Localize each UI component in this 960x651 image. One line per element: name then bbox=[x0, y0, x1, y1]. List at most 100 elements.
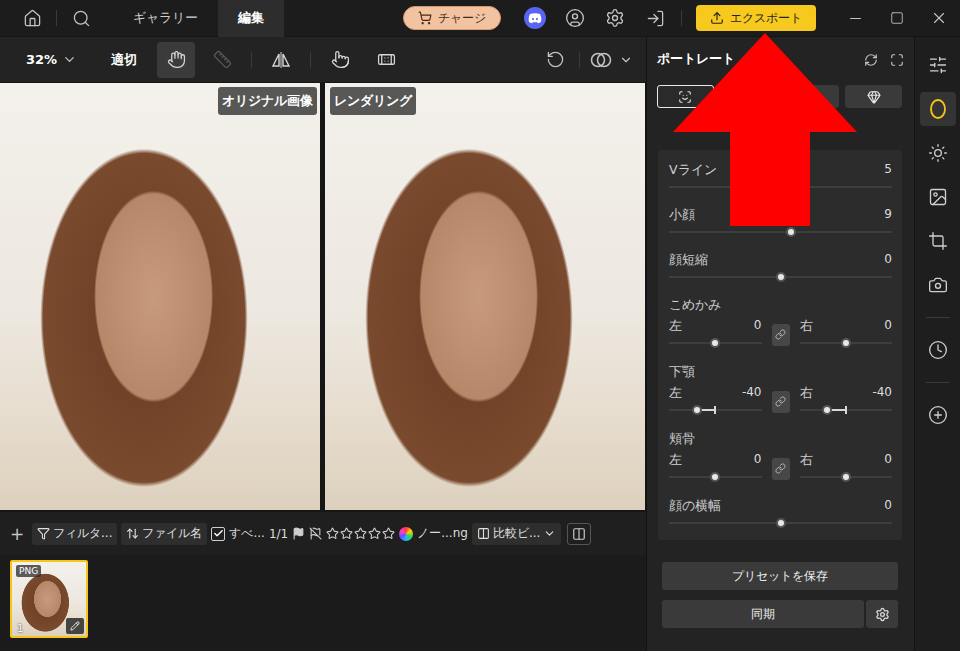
slider-knob[interactable] bbox=[710, 338, 720, 348]
minimize-button[interactable] bbox=[834, 3, 876, 33]
panel-reset-button[interactable] bbox=[858, 45, 884, 75]
star-icon[interactable] bbox=[340, 527, 353, 540]
zoom-dropdown[interactable] bbox=[57, 45, 81, 75]
fit-button[interactable]: 適切 bbox=[111, 51, 137, 69]
reject-flag-icon[interactable] bbox=[309, 527, 322, 540]
upload-icon bbox=[710, 11, 724, 25]
flag-icon[interactable] bbox=[292, 527, 305, 540]
add-button[interactable]: + bbox=[6, 519, 28, 549]
slider[interactable] bbox=[669, 178, 892, 196]
top-tab[interactable]: ギャラリー bbox=[113, 0, 218, 37]
slider-value[interactable]: 0 bbox=[884, 317, 892, 334]
side-slider-track[interactable] bbox=[800, 468, 893, 486]
star-icon[interactable] bbox=[368, 527, 381, 540]
slider-knob[interactable] bbox=[841, 338, 851, 348]
slider-value[interactable]: 0 bbox=[754, 451, 762, 468]
star-icon[interactable] bbox=[354, 527, 367, 540]
rail-item[interactable] bbox=[920, 268, 956, 302]
side-label: 左 bbox=[669, 384, 682, 401]
rail-item[interactable] bbox=[920, 136, 956, 170]
compare-mode-dropdown[interactable] bbox=[616, 45, 636, 75]
maximize-button[interactable] bbox=[876, 3, 918, 33]
zoom-level[interactable]: 32% bbox=[26, 52, 57, 67]
compare-mode-button[interactable] bbox=[586, 45, 616, 75]
top-tab[interactable]: 編集 bbox=[218, 0, 284, 37]
tool-button[interactable] bbox=[321, 42, 359, 78]
settings-button[interactable] bbox=[595, 3, 635, 33]
panel-tab[interactable] bbox=[845, 85, 902, 108]
close-button[interactable] bbox=[918, 3, 960, 33]
rail-item[interactable] bbox=[920, 180, 956, 214]
tool-button[interactable] bbox=[367, 42, 405, 78]
rail-item[interactable] bbox=[920, 224, 956, 258]
sync-button[interactable]: 同期 bbox=[662, 600, 864, 628]
star-icon[interactable] bbox=[382, 527, 395, 540]
slider-value[interactable]: 0 bbox=[754, 317, 762, 334]
body-tab-icon bbox=[741, 90, 755, 104]
search-button[interactable] bbox=[63, 3, 99, 33]
slider-knob[interactable] bbox=[841, 472, 851, 482]
select-all-label[interactable]: すべ... bbox=[229, 525, 264, 542]
link-button[interactable] bbox=[772, 324, 790, 346]
side-slider-track[interactable] bbox=[669, 334, 762, 352]
tool-button[interactable] bbox=[203, 42, 241, 78]
split-view-button[interactable] bbox=[567, 523, 591, 545]
slider[interactable] bbox=[669, 514, 892, 532]
import-button[interactable] bbox=[635, 3, 675, 33]
slider-label-line: 小顔9 bbox=[669, 206, 892, 223]
slider-knob[interactable] bbox=[822, 405, 832, 415]
rail-item[interactable] bbox=[920, 48, 956, 82]
chevron-down-icon bbox=[62, 52, 77, 67]
side-slider-track[interactable] bbox=[669, 468, 762, 486]
undo-icon bbox=[546, 50, 565, 69]
slider-value[interactable]: 5 bbox=[884, 161, 892, 178]
rail-item[interactable] bbox=[920, 92, 956, 126]
tool-button[interactable] bbox=[262, 42, 300, 78]
sort-button[interactable]: ファイル名 bbox=[121, 523, 207, 545]
slider[interactable] bbox=[669, 268, 892, 286]
slider-knob[interactable] bbox=[776, 518, 786, 528]
home-button[interactable] bbox=[14, 3, 50, 33]
slider-knob[interactable] bbox=[781, 182, 791, 192]
slider-knob[interactable] bbox=[710, 472, 720, 482]
color-label-icon[interactable] bbox=[399, 527, 413, 541]
sync-settings-button[interactable] bbox=[866, 600, 898, 628]
slider-value[interactable]: -40 bbox=[872, 384, 892, 401]
tool-button[interactable] bbox=[157, 42, 195, 78]
panel-tab[interactable] bbox=[783, 85, 840, 108]
rail-item[interactable] bbox=[920, 398, 956, 432]
select-all-checkbox[interactable] bbox=[211, 527, 225, 541]
slider-value[interactable]: 9 bbox=[884, 206, 892, 223]
rail-item[interactable] bbox=[920, 333, 956, 367]
panel-tab[interactable] bbox=[720, 85, 777, 108]
thumbnail[interactable]: PNG1 bbox=[10, 560, 88, 638]
compare-view-dropdown[interactable]: 比較ビ... bbox=[472, 523, 561, 545]
slider-value[interactable]: -40 bbox=[742, 384, 762, 401]
slider-knob[interactable] bbox=[776, 272, 786, 282]
filter-button[interactable]: フィルタ... bbox=[32, 523, 117, 545]
side-slider-track[interactable] bbox=[800, 334, 893, 352]
side-slider-track[interactable] bbox=[669, 401, 762, 419]
link-button[interactable] bbox=[772, 458, 790, 480]
star-rating[interactable] bbox=[326, 527, 395, 540]
slider-value[interactable]: 0 bbox=[884, 497, 892, 514]
slider-knob[interactable] bbox=[786, 227, 796, 237]
slider-value[interactable]: 0 bbox=[884, 451, 892, 468]
slider-value[interactable]: 0 bbox=[884, 251, 892, 268]
panel-focus-button[interactable] bbox=[884, 45, 910, 75]
link-button[interactable] bbox=[772, 391, 790, 413]
slider[interactable] bbox=[669, 223, 892, 241]
side-label-line: 左0 bbox=[669, 317, 762, 334]
reset-button[interactable] bbox=[537, 45, 573, 75]
star-icon[interactable] bbox=[326, 527, 339, 540]
panel-tab[interactable] bbox=[657, 85, 714, 108]
account-button[interactable] bbox=[555, 3, 595, 33]
discord-button[interactable] bbox=[524, 7, 546, 29]
divider bbox=[251, 52, 252, 68]
slider-knob[interactable] bbox=[692, 405, 702, 415]
side-slider-track[interactable] bbox=[800, 401, 893, 419]
charge-button[interactable]: チャージ bbox=[403, 6, 501, 30]
export-button[interactable]: エクスポート bbox=[696, 5, 816, 31]
slider-label-line: Vライン5 bbox=[669, 161, 892, 178]
save-preset-button[interactable]: プリセットを保存 bbox=[662, 562, 898, 590]
